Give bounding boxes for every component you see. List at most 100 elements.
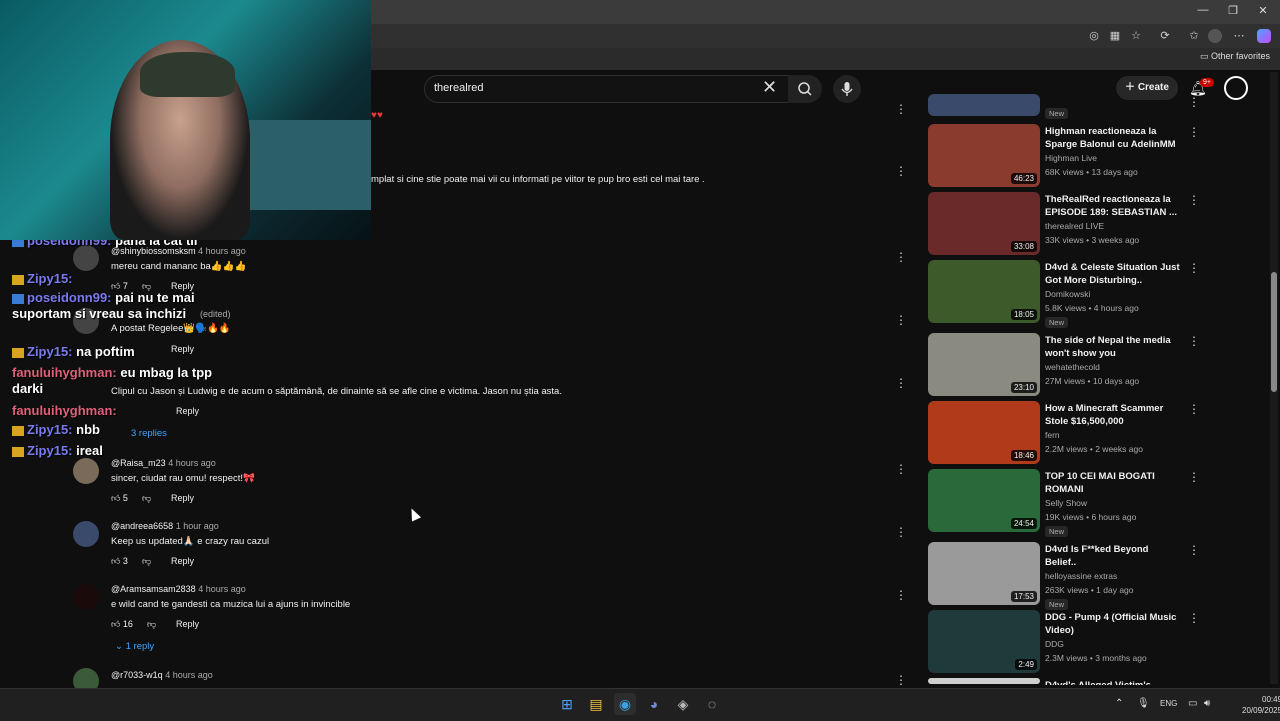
more-icon[interactable]: ⋮ bbox=[1188, 611, 1200, 625]
copilot-icon[interactable] bbox=[1257, 29, 1271, 43]
reply-button[interactable]: Reply bbox=[171, 493, 194, 503]
search-input[interactable]: therealred bbox=[434, 82, 484, 94]
avatar[interactable] bbox=[1224, 76, 1248, 100]
new-badge: New bbox=[1045, 317, 1069, 328]
more-icon[interactable]: ⋮ bbox=[895, 462, 907, 476]
channel-name[interactable]: fern bbox=[1045, 430, 1060, 440]
more-icon[interactable]: ⋮ bbox=[1188, 402, 1200, 416]
avatar[interactable] bbox=[73, 245, 99, 271]
chat-message: poseidonn99: pai nu te mai suportam si v… bbox=[12, 290, 195, 321]
more-icon[interactable]: ⋮ bbox=[1188, 193, 1200, 207]
more-icon[interactable]: ⋮ bbox=[895, 525, 907, 539]
reply-button[interactable]: Reply bbox=[176, 619, 199, 629]
extensions-icon[interactable]: ⟳ bbox=[1158, 29, 1172, 43]
dislike-icon[interactable]: 👎︎ bbox=[142, 493, 151, 504]
grid-icon[interactable]: ▦ bbox=[1108, 29, 1122, 43]
channel-name[interactable]: helloyassine extras bbox=[1045, 571, 1117, 581]
channel-name[interactable]: wehatethecold bbox=[1045, 362, 1100, 372]
dislike-icon[interactable]: 👎︎ bbox=[142, 556, 151, 567]
channel-name[interactable]: therealred LIVE bbox=[1045, 221, 1104, 231]
like-button[interactable]: 👍︎ 3 bbox=[111, 556, 128, 567]
view-replies-link[interactable]: ⌄ 1 reply bbox=[115, 641, 154, 652]
video-thumbnail[interactable] bbox=[928, 94, 1040, 116]
channel-name[interactable]: Selly Show bbox=[1045, 498, 1087, 508]
video-title[interactable]: How a Minecraft Scammer Stole $16,500,00… bbox=[1045, 402, 1180, 428]
microphone-icon[interactable]: 🎙︎ bbox=[1137, 698, 1150, 709]
profile-icon[interactable] bbox=[1208, 29, 1222, 43]
star-icon[interactable]: ☆ bbox=[1129, 29, 1143, 43]
more-icon[interactable]: ⋮ bbox=[1188, 543, 1200, 557]
minimize-button[interactable]: — bbox=[1188, 4, 1218, 16]
channel-name[interactable]: Domikowski bbox=[1045, 289, 1090, 299]
voice-search-button[interactable] bbox=[833, 75, 861, 103]
video-thumbnail[interactable]: 24:54 bbox=[928, 469, 1040, 532]
clock[interactable]: 00:49 20/09/2025 bbox=[1242, 694, 1280, 716]
video-title[interactable]: D4vd's Alleged Victim's Teacher bbox=[1045, 679, 1180, 685]
more-icon[interactable]: ⋮ bbox=[1188, 95, 1200, 109]
view-replies-link[interactable]: 3 replies bbox=[131, 428, 167, 439]
other-favorites-folder[interactable]: ▭ Other favorites bbox=[1200, 51, 1270, 62]
edge-browser-icon[interactable]: ◉ bbox=[614, 693, 636, 715]
video-thumbnail[interactable] bbox=[928, 678, 1040, 684]
windows-start-icon[interactable]: ⊞ bbox=[556, 693, 578, 715]
close-icon[interactable]: ✕ bbox=[762, 78, 777, 96]
video-thumbnail[interactable]: 17:53 bbox=[928, 542, 1040, 605]
more-icon[interactable]: ⋯ bbox=[1232, 29, 1246, 43]
video-thumbnail[interactable]: 46:23 bbox=[928, 124, 1040, 187]
more-icon[interactable]: ⋮ bbox=[895, 376, 907, 390]
webcam-bed bbox=[240, 120, 371, 210]
more-icon[interactable]: ⋮ bbox=[1188, 334, 1200, 348]
reply-button[interactable]: Reply bbox=[171, 344, 194, 354]
volume-icon[interactable]: 🔊︎ bbox=[1204, 698, 1210, 709]
language-indicator[interactable]: ENG bbox=[1160, 699, 1177, 708]
comment-text: mereu cand mananc ba👍👍👍 bbox=[111, 261, 247, 272]
more-icon[interactable]: ⋮ bbox=[1188, 261, 1200, 275]
video-title[interactable]: The side of Nepal the media won't show y… bbox=[1045, 334, 1180, 360]
channel-name[interactable]: DDG bbox=[1045, 639, 1064, 649]
video-thumbnail[interactable]: 18:46 bbox=[928, 401, 1040, 464]
video-thumbnail[interactable]: 18:05 bbox=[928, 260, 1040, 323]
shield-icon[interactable]: ◎ bbox=[1087, 29, 1101, 43]
video-title[interactable]: Highman reactioneaza la Sparge Balonul c… bbox=[1045, 125, 1180, 151]
video-title[interactable]: D4vd Is F**ked Beyond Belief.. bbox=[1045, 543, 1180, 569]
webcam-overlay bbox=[0, 0, 371, 240]
close-window-button[interactable]: ✕ bbox=[1248, 4, 1278, 17]
more-icon[interactable]: ⋮ bbox=[1188, 470, 1200, 484]
more-icon[interactable]: ⋮ bbox=[895, 588, 907, 602]
avatar[interactable] bbox=[73, 521, 99, 547]
comment-author: @Raisa_m23 4 hours ago bbox=[111, 458, 216, 468]
reply-button[interactable]: Reply bbox=[176, 406, 199, 416]
video-thumbnail[interactable]: 23:10 bbox=[928, 333, 1040, 396]
search-button[interactable] bbox=[788, 75, 822, 103]
more-icon[interactable]: ⋮ bbox=[895, 102, 907, 116]
more-icon[interactable]: ⋮ bbox=[1188, 125, 1200, 139]
file-explorer-icon[interactable]: ▤ bbox=[585, 693, 607, 715]
more-icon[interactable]: ⋮ bbox=[895, 164, 907, 178]
avatar[interactable] bbox=[73, 584, 99, 610]
app-icon[interactable]: ◌ bbox=[701, 693, 723, 715]
video-title[interactable]: TheRealRed reactioneaza la EPISODE 189: … bbox=[1045, 193, 1180, 219]
network-icon[interactable]: ▭ bbox=[1188, 698, 1197, 709]
channel-name[interactable]: Highman Live bbox=[1045, 153, 1097, 163]
like-button[interactable]: 👍︎ 16 bbox=[111, 619, 133, 630]
video-title[interactable]: D4vd & Celeste Situation Just Got More D… bbox=[1045, 261, 1180, 287]
create-button[interactable]: ＋ Create bbox=[1116, 76, 1178, 100]
discord-icon[interactable]: ◕ bbox=[643, 693, 665, 715]
scrollbar-thumb[interactable] bbox=[1271, 272, 1277, 392]
avatar[interactable] bbox=[73, 458, 99, 484]
favorites-icon[interactable]: ✩ bbox=[1187, 29, 1201, 43]
reply-button[interactable]: Reply bbox=[171, 556, 194, 566]
more-icon[interactable]: ⋮ bbox=[895, 250, 907, 264]
new-badge: New bbox=[1045, 599, 1069, 610]
video-thumbnail[interactable]: 2:49 bbox=[928, 610, 1040, 673]
steam-icon[interactable]: ◈ bbox=[672, 693, 694, 715]
more-icon[interactable]: ⋮ bbox=[895, 313, 907, 327]
more-icon[interactable]: ⋮ bbox=[895, 673, 907, 687]
chevron-up-icon[interactable]: ⌃ bbox=[1115, 698, 1123, 709]
video-thumbnail[interactable]: 33:08 bbox=[928, 192, 1040, 255]
dislike-icon[interactable]: 👎︎ bbox=[147, 619, 156, 630]
like-button[interactable]: 👍︎ 5 bbox=[111, 493, 128, 504]
video-title[interactable]: DDG - Pump 4 (Official Music Video) bbox=[1045, 611, 1180, 637]
maximize-button[interactable]: ❐ bbox=[1218, 4, 1248, 17]
video-title[interactable]: TOP 10 CEI MAI BOGATI ROMANI bbox=[1045, 470, 1180, 496]
